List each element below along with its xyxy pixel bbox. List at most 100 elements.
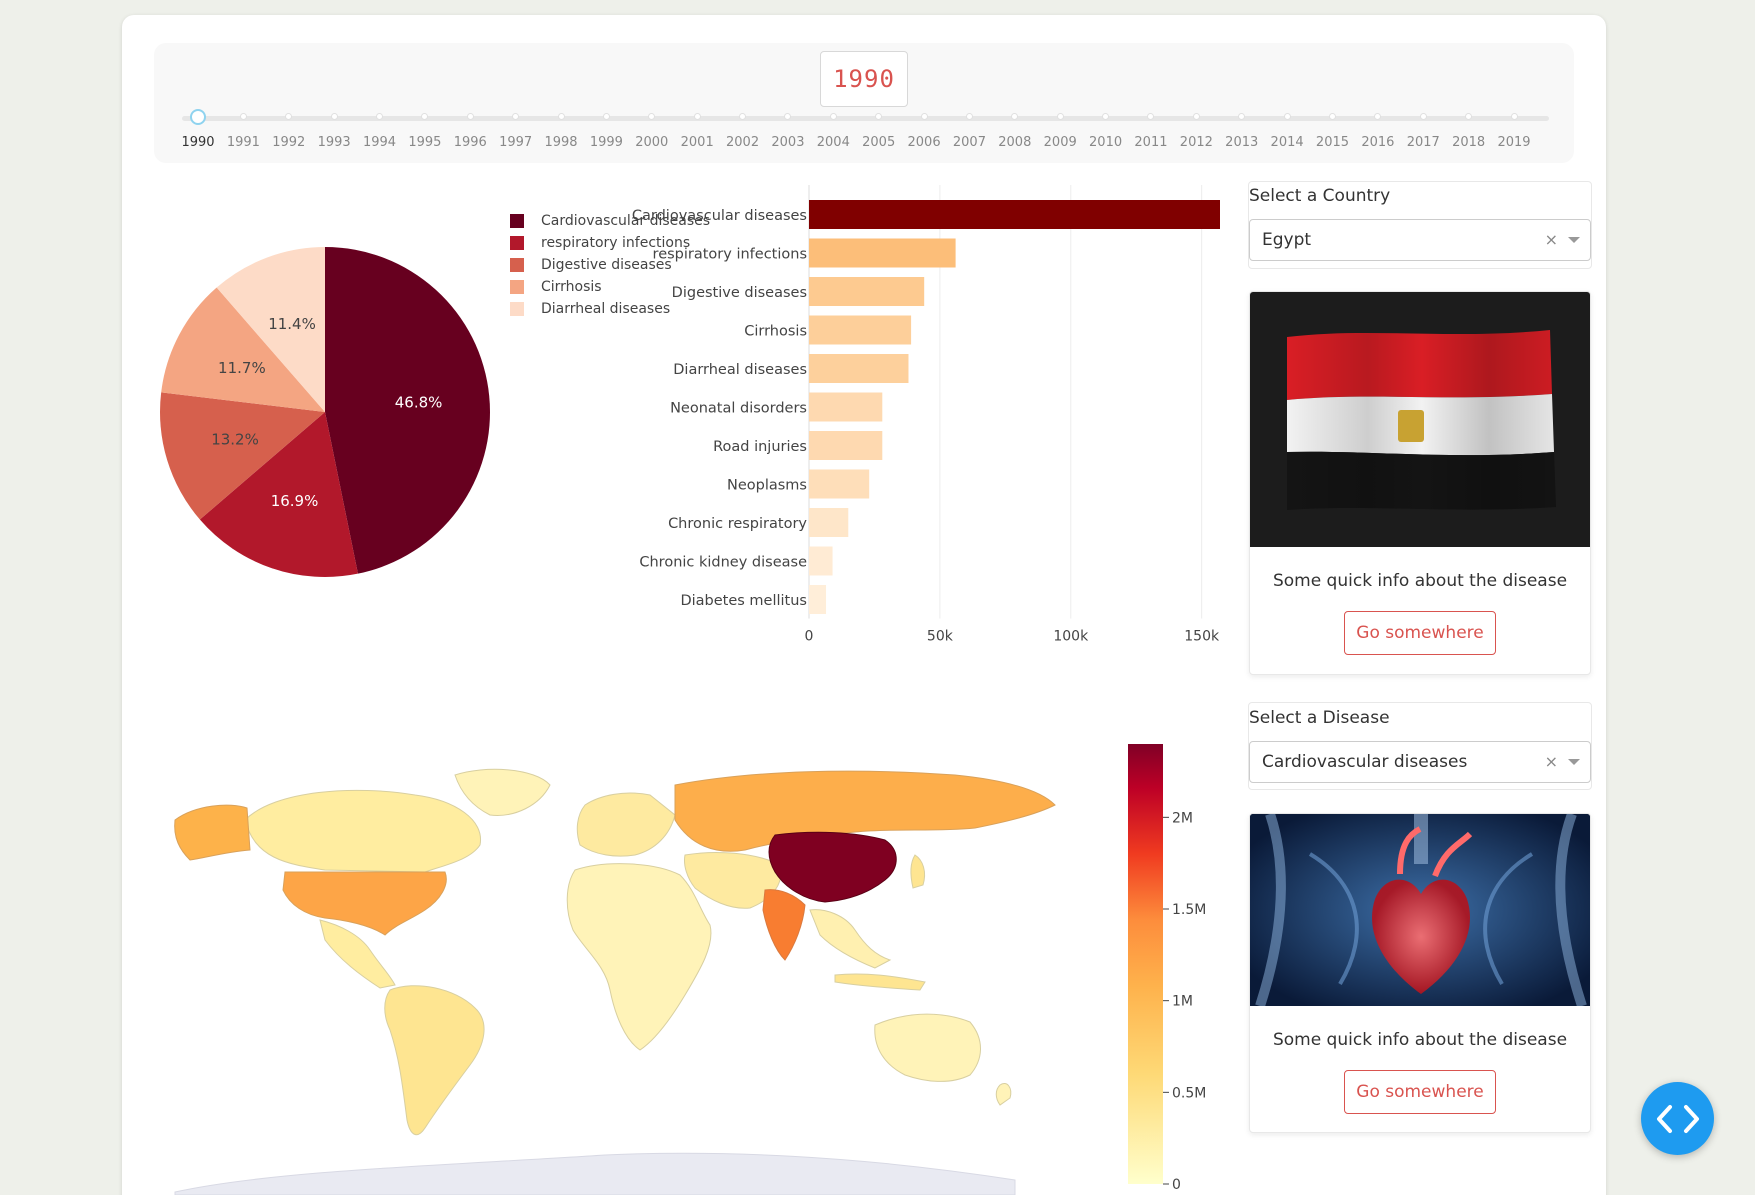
year-slider-label[interactable]: 2008	[995, 135, 1035, 150]
year-slider-mark[interactable]	[693, 113, 701, 120]
bar	[809, 354, 909, 383]
close-icon[interactable]: ×	[1545, 752, 1558, 771]
year-slider-label[interactable]: 2007	[949, 135, 989, 150]
year-slider-label[interactable]: 1992	[269, 135, 309, 150]
disease-dropdown[interactable]: Cardiovascular diseases ×	[1249, 741, 1591, 783]
year-slider-mark[interactable]	[875, 113, 883, 120]
year-slider-label[interactable]: 2012	[1176, 135, 1216, 150]
disease-info-card: Some quick info about the disease Go som…	[1249, 813, 1591, 1133]
year-slider-label[interactable]: 2003	[768, 135, 808, 150]
map-region-china	[768, 831, 897, 903]
legend-label: Cirrhosis	[541, 279, 602, 295]
colorbar-tick-label: 2M	[1172, 810, 1193, 826]
year-slider-mark[interactable]	[1510, 113, 1518, 120]
year-slider-track[interactable]	[182, 109, 1549, 125]
year-slider-label[interactable]: 1993	[314, 135, 354, 150]
year-slider-mark[interactable]	[829, 113, 837, 120]
pie-slice-label: 13.2%	[211, 430, 259, 448]
pie-legend-item[interactable]: Cirrhosis	[510, 278, 602, 296]
year-slider-mark[interactable]	[920, 113, 928, 120]
year-slider-mark[interactable]	[1011, 113, 1019, 120]
country-dropdown-value: Egypt	[1262, 230, 1312, 250]
year-slider-mark[interactable]	[1192, 113, 1200, 120]
bar	[809, 200, 1220, 229]
country-dropdown[interactable]: Egypt ×	[1249, 219, 1591, 261]
bar-category-label: Diabetes mellitus	[680, 593, 807, 609]
year-slider-label[interactable]: 2017	[1403, 135, 1443, 150]
year-slider-mark[interactable]	[1102, 113, 1110, 120]
map-region-japan	[910, 854, 926, 889]
year-slider-label[interactable]: 1997	[496, 135, 536, 150]
year-slider-mark[interactable]	[512, 113, 520, 120]
bar	[809, 277, 925, 306]
map-region-greenland	[454, 768, 551, 816]
pie-chart: 46.8% 16.9% 13.2% 11.7% 11.4%	[160, 247, 490, 577]
year-slider-mark[interactable]	[239, 113, 247, 120]
year-slider-label[interactable]: 1999	[586, 135, 626, 150]
bar-category-label: Digestive diseases	[672, 285, 807, 301]
year-slider-handle[interactable]	[190, 109, 206, 125]
year-slider-mark[interactable]	[466, 113, 474, 120]
year-slider-label[interactable]: 1991	[223, 135, 263, 150]
year-slider-mark[interactable]	[1374, 113, 1382, 120]
year-slider-mark[interactable]	[557, 113, 565, 120]
year-slider-mark[interactable]	[1283, 113, 1291, 120]
year-slider-mark[interactable]	[330, 113, 338, 120]
close-icon[interactable]: ×	[1545, 230, 1558, 249]
year-slider-mark[interactable]	[1238, 113, 1246, 120]
year-slider-mark[interactable]	[376, 113, 384, 120]
colorbar-tick-label: 1M	[1172, 994, 1193, 1010]
bar-category-label: Cirrhosis	[744, 324, 807, 340]
disease-go-somewhere-button[interactable]: Go somewhere	[1344, 1070, 1496, 1114]
year-slider-label[interactable]: 1994	[360, 135, 400, 150]
year-slider-label[interactable]: 2010	[1086, 135, 1126, 150]
bar-category-label: respiratory infections	[653, 247, 807, 263]
chevron-down-icon[interactable]	[1568, 237, 1580, 243]
year-slider-label[interactable]: 2019	[1494, 135, 1534, 150]
year-slider-label[interactable]: 2000	[632, 135, 672, 150]
year-slider-label[interactable]: 2014	[1267, 135, 1307, 150]
year-slider-label[interactable]: 2004	[813, 135, 853, 150]
year-slider-mark[interactable]	[1465, 113, 1473, 120]
year-slider-mark[interactable]	[784, 113, 792, 120]
year-slider-label[interactable]: 1995	[405, 135, 445, 150]
colorbar-gradient	[1128, 744, 1163, 1184]
bar	[809, 392, 883, 422]
year-slider-label[interactable]: 2006	[904, 135, 944, 150]
year-slider-mark[interactable]	[1056, 113, 1064, 120]
chevron-down-icon[interactable]	[1568, 759, 1580, 765]
year-slider-mark[interactable]	[965, 113, 973, 120]
map-region-south-america	[384, 985, 485, 1136]
year-slider-label[interactable]: 2011	[1131, 135, 1171, 150]
code-toggle-button[interactable]	[1641, 1082, 1714, 1155]
year-slider-label[interactable]: 1998	[541, 135, 581, 150]
bar-category-label: Cardiovascular diseases	[632, 208, 807, 224]
world-choropleth-map	[174, 768, 1056, 1195]
map-region-united-states	[282, 871, 447, 936]
year-slider-label[interactable]: 1996	[450, 135, 490, 150]
year-slider-label[interactable]: 1990	[178, 135, 218, 150]
map-region-antarctica	[174, 1152, 1016, 1195]
map-colorbar: 2M 1.5M 1M 0.5M 0	[1128, 744, 1206, 1190]
year-slider-label[interactable]: 2016	[1358, 135, 1398, 150]
year-slider-label[interactable]: 2009	[1040, 135, 1080, 150]
year-slider-label[interactable]: 2002	[723, 135, 763, 150]
map-region-australia	[874, 1013, 981, 1082]
bar-x-tick-label: 100k	[1053, 629, 1089, 645]
year-slider-mark[interactable]	[1328, 113, 1336, 120]
year-slider-label[interactable]: 2001	[677, 135, 717, 150]
year-slider-mark[interactable]	[739, 113, 747, 120]
year-slider-mark[interactable]	[648, 113, 656, 120]
year-slider-mark[interactable]	[421, 113, 429, 120]
year-slider-label[interactable]: 2005	[859, 135, 899, 150]
legend-swatch	[510, 214, 524, 228]
year-slider-label[interactable]: 2015	[1312, 135, 1352, 150]
year-slider-label[interactable]: 2018	[1449, 135, 1489, 150]
colorbar-tick-label: 1.5M	[1172, 902, 1206, 918]
year-slider-mark[interactable]	[1419, 113, 1427, 120]
country-go-somewhere-button[interactable]: Go somewhere	[1344, 611, 1496, 655]
year-slider-mark[interactable]	[602, 113, 610, 120]
year-slider-mark[interactable]	[285, 113, 293, 120]
year-slider-label[interactable]: 2013	[1222, 135, 1262, 150]
year-slider-mark[interactable]	[1147, 113, 1155, 120]
